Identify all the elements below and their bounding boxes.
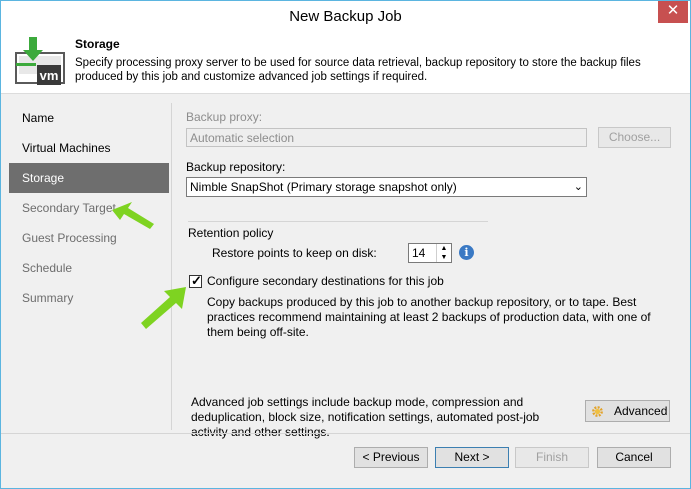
backup-repository-value: Nimble SnapShot (Primary storage snapsho… xyxy=(190,180,457,194)
finish-button[interactable]: Finish xyxy=(515,447,589,468)
restore-points-stepper[interactable]: 14 ▲ ▼ xyxy=(408,243,452,263)
stepper-up-icon[interactable]: ▲ xyxy=(437,244,451,253)
restore-points-label: Restore points to keep on disk: xyxy=(212,246,377,260)
stepper-arrows: ▲ ▼ xyxy=(436,244,451,262)
footer-divider xyxy=(1,433,690,434)
backup-proxy-field[interactable]: Automatic selection xyxy=(186,128,587,147)
svg-text:vm: vm xyxy=(40,68,59,83)
storage-panel: Backup proxy: Automatic selection Choose… xyxy=(172,93,690,439)
step-description: Specify processing proxy server to be us… xyxy=(75,57,641,83)
retention-policy-label: Retention policy xyxy=(188,226,274,240)
stepper-down-icon[interactable]: ▼ xyxy=(437,253,451,262)
backup-repository-label: Backup repository: xyxy=(186,160,286,174)
restore-points-value: 14 xyxy=(412,246,426,260)
previous-button[interactable]: < Previous xyxy=(354,447,428,468)
vm-backup-icon: vm xyxy=(15,37,65,85)
secondary-destinations-checkbox[interactable]: ✓ xyxy=(189,273,202,288)
advanced-button-label: Advanced xyxy=(614,404,668,418)
chevron-down-icon: ⌄ xyxy=(573,181,583,193)
backup-repository-select[interactable]: Nimble SnapShot (Primary storage snapsho… xyxy=(186,177,587,197)
info-icon[interactable]: i xyxy=(459,245,474,260)
nav-item-schedule[interactable]: Schedule xyxy=(9,253,169,283)
gear-icon xyxy=(592,406,603,417)
backup-job-window: New Backup Job ✕ vm Storage Specify proc… xyxy=(0,0,691,489)
checkmark-icon: ✓ xyxy=(191,273,202,288)
step-title: Storage xyxy=(75,37,120,51)
retention-divider xyxy=(188,221,488,222)
title-bar[interactable]: New Backup Job ✕ xyxy=(1,1,690,31)
wizard-header: vm Storage Specify processing proxy serv… xyxy=(1,31,690,94)
next-button[interactable]: Next > xyxy=(435,447,509,468)
nav-item-storage[interactable]: Storage xyxy=(9,163,169,193)
close-button[interactable]: ✕ xyxy=(658,1,688,23)
annotation-arrow-icon xyxy=(141,287,186,329)
secondary-destinations-label[interactable]: Configure secondary destinations for thi… xyxy=(207,274,444,288)
window-title: New Backup Job xyxy=(289,8,402,25)
annotation-arrow-icon xyxy=(112,202,154,229)
secondary-destinations-description: Copy backups produced by this job to ano… xyxy=(207,295,651,339)
nav-item-virtual-machines[interactable]: Virtual Machines xyxy=(9,133,169,163)
choose-proxy-button[interactable]: Choose... xyxy=(598,127,671,148)
nav-item-name[interactable]: Name xyxy=(9,103,169,133)
advanced-button[interactable]: Advanced xyxy=(585,400,670,422)
backup-proxy-label: Backup proxy: xyxy=(186,110,263,124)
cancel-button[interactable]: Cancel xyxy=(597,447,671,468)
